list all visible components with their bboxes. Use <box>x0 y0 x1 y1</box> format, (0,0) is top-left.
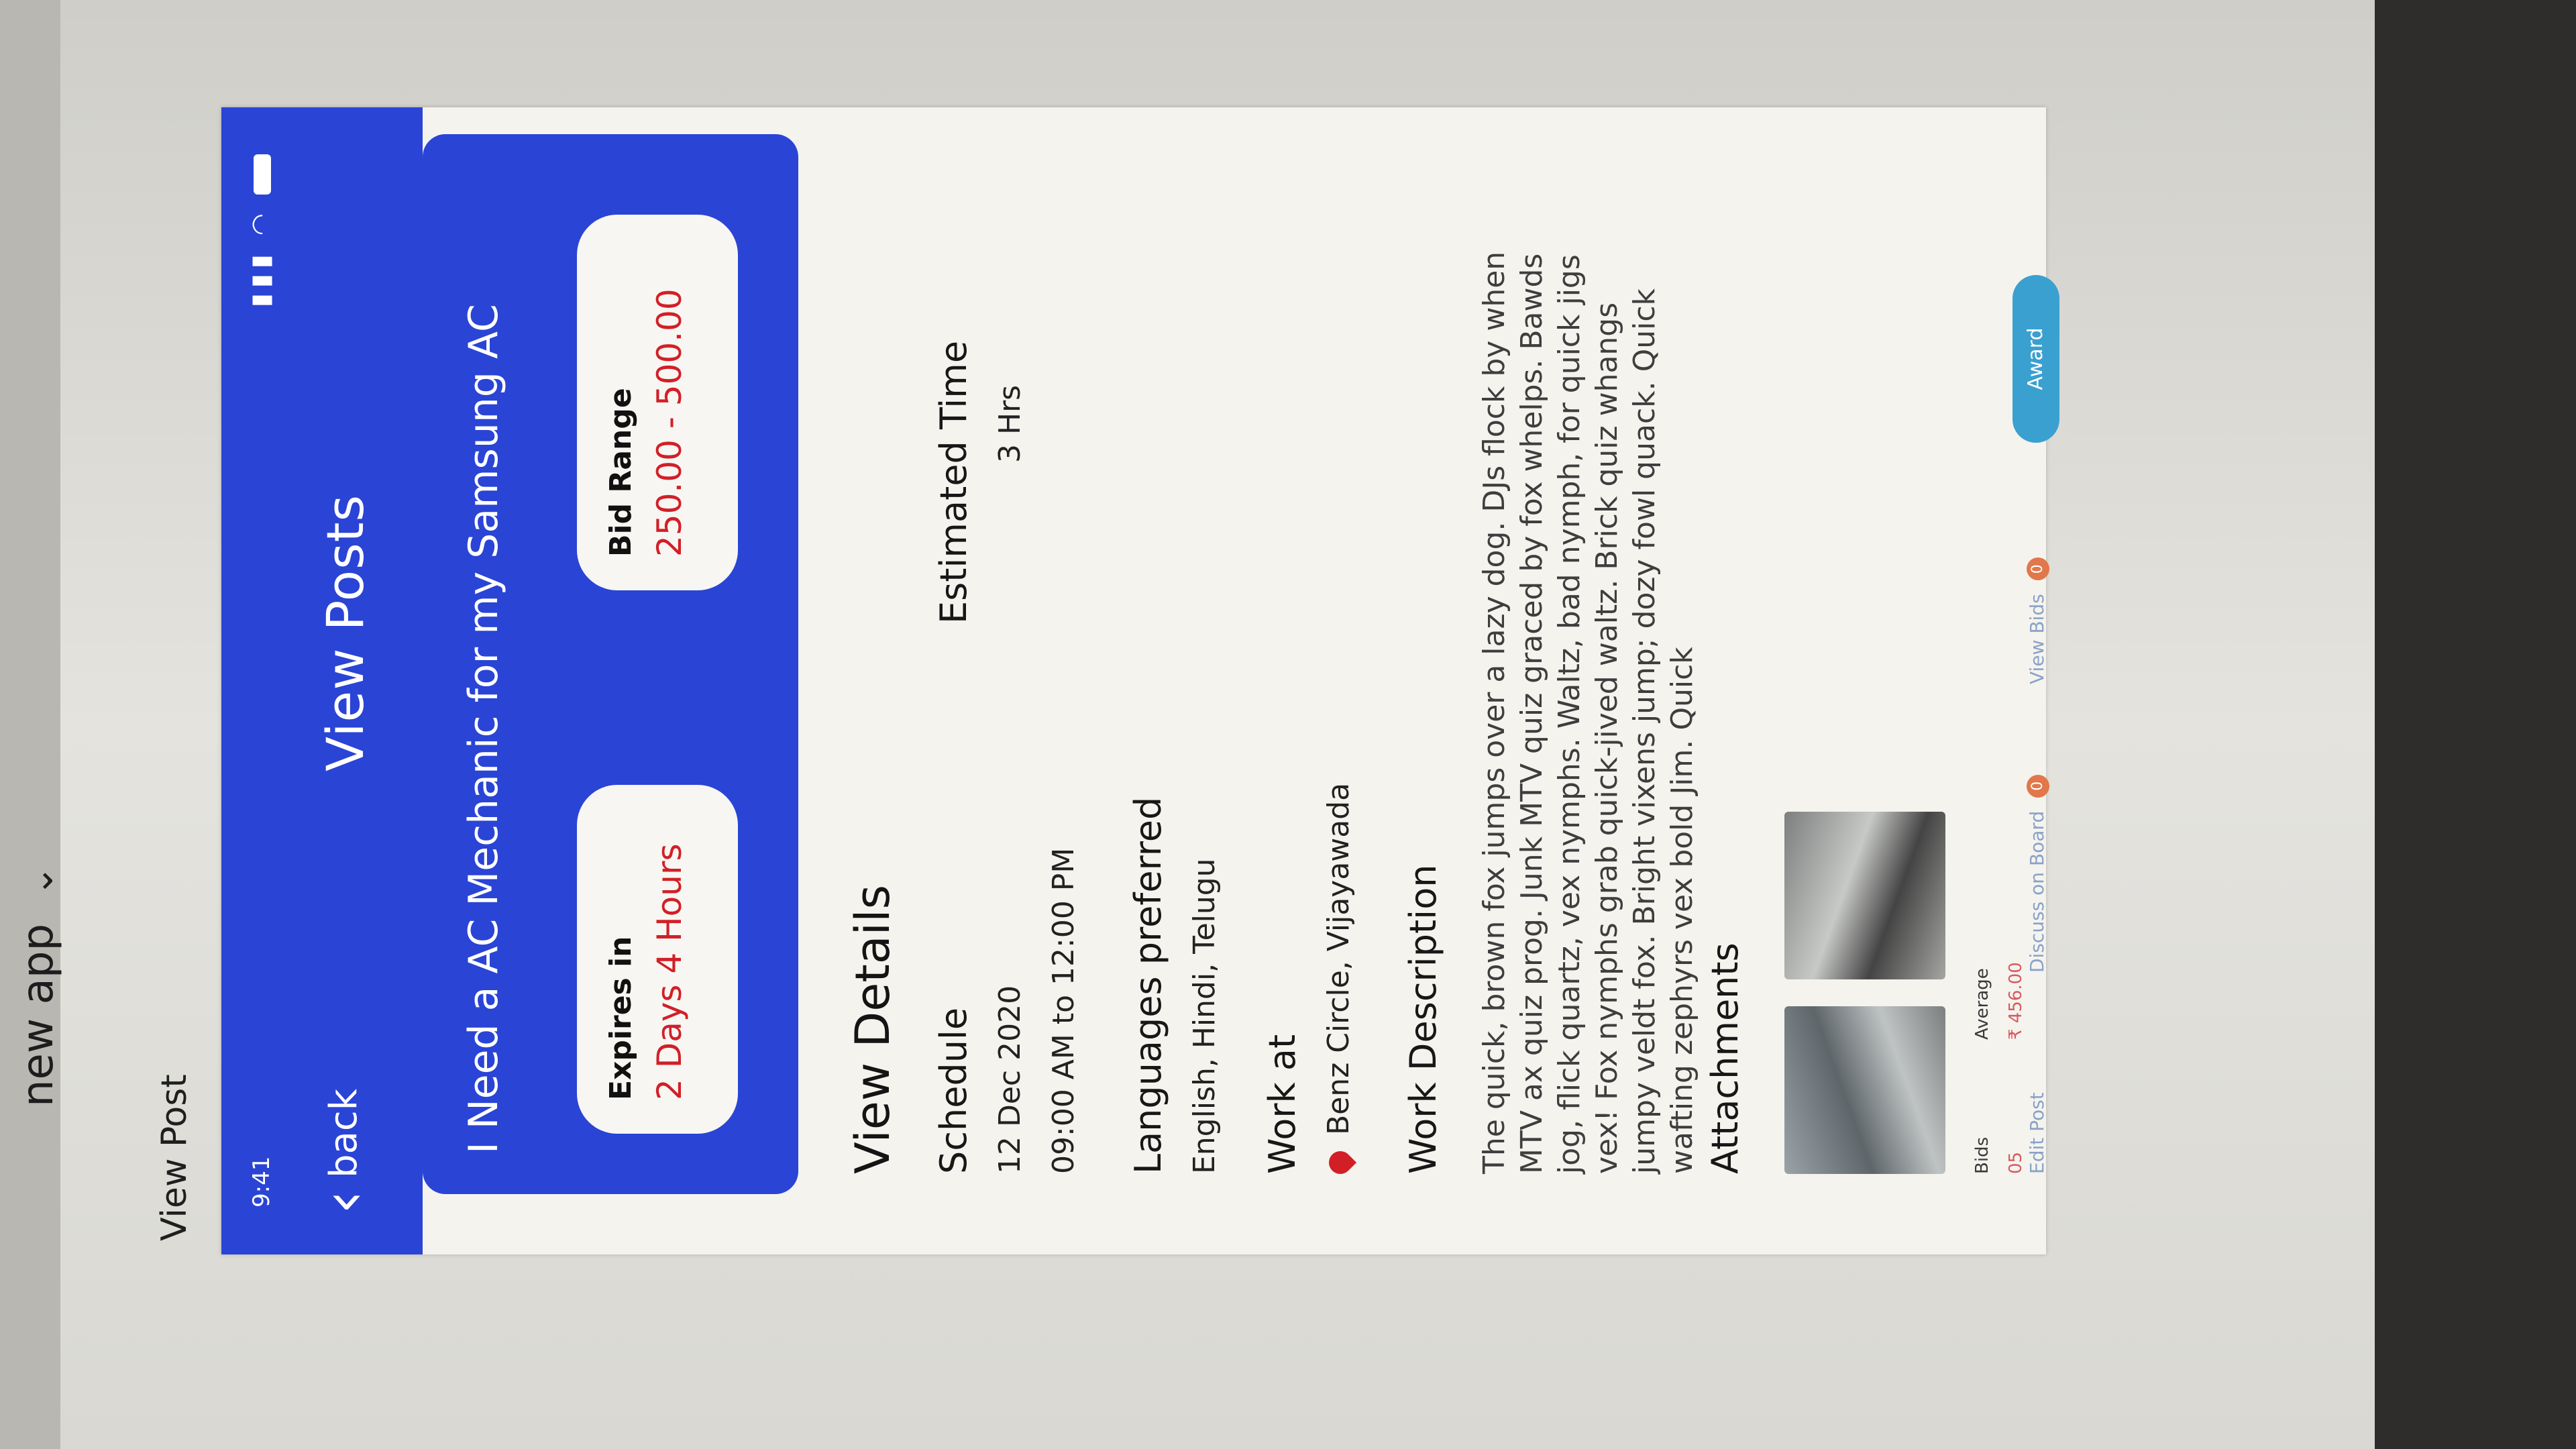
signal-icon: ▮▮▮ <box>246 249 275 308</box>
discuss-count-badge: 0 <box>2027 774 2049 798</box>
location-pin-icon <box>1324 1146 1357 1179</box>
languages-value: English, Hindi, Telugu <box>1187 858 1222 1174</box>
average-label: Average <box>1972 968 1992 1040</box>
estimated-time-value: 3 Hrs <box>993 384 1027 463</box>
expires-label: Expires in <box>604 936 638 1100</box>
bid-range-value: 250.00 - 500.00 <box>650 288 689 557</box>
monitor-edge <box>0 0 60 1449</box>
work-at-value: Benz Circle, Vijayawada <box>1322 782 1356 1135</box>
schedule-time: 09:00 AM to 12:00 PM <box>1046 847 1081 1174</box>
view-bids-label: View Bids <box>2026 594 2048 684</box>
app-name: new app <box>13 923 63 1107</box>
languages-label: Languages preferred <box>1127 796 1169 1174</box>
estimated-time-label: Estimated Time <box>932 340 975 624</box>
app-header: 9:41 ▮▮▮ ◠ ‹ back View Posts <box>221 107 423 1254</box>
average-value: ₹ 456.00 <box>2006 962 2026 1040</box>
chevron-down-icon: ⌄ <box>18 865 62 897</box>
bid-range-label: Bid Range <box>604 388 638 557</box>
back-button[interactable]: ‹ back <box>308 1088 379 1214</box>
expires-value: 2 Days 4 Hours <box>650 843 689 1100</box>
app-switcher[interactable]: new app ⌄ <box>13 865 63 1107</box>
rotated-screen: new app ⌄ View Post 9:41 ▮▮▮ ◠ ‹ back Vi… <box>0 0 2576 1449</box>
view-bids-button[interactable]: View Bids 0 <box>2026 557 2049 684</box>
work-at-row: Benz Circle, Vijayawada <box>1322 782 1357 1179</box>
discuss-on-board-label: Discuss on Board <box>2026 810 2048 973</box>
window-title: View Post <box>154 1074 195 1241</box>
monitor-bezel <box>2375 0 2576 1449</box>
job-card: I Need a AC Mechanic for my Samsung AC E… <box>423 134 798 1194</box>
edit-post-button[interactable]: Edit Post <box>2026 1092 2048 1174</box>
view-bids-count-badge: 0 <box>2027 557 2049 581</box>
work-description-label: Work Description <box>1402 864 1444 1174</box>
chevron-left-icon: ‹ <box>308 1190 379 1214</box>
award-button[interactable]: Award <box>2012 275 2059 443</box>
bids-label: Bids <box>1972 1136 1992 1174</box>
work-description-text: The quick, brown fox jumps over a lazy d… <box>1477 251 1699 1174</box>
attachment-thumbnail[interactable] <box>1784 812 1945 979</box>
view-details-heading: View Details <box>845 884 900 1174</box>
work-at-label: Work at <box>1261 1034 1303 1174</box>
phone-preview: 9:41 ▮▮▮ ◠ ‹ back View Posts I Need a AC… <box>221 107 2059 1254</box>
bids-value: 05 <box>2006 1151 2026 1174</box>
attachments-label: Attachments <box>1704 943 1746 1174</box>
schedule-label: Schedule <box>932 1007 975 1174</box>
back-label: back <box>322 1088 366 1178</box>
battery-icon <box>253 154 271 195</box>
bid-range-pill: Bid Range 250.00 - 500.00 <box>577 215 738 590</box>
status-icons: ▮▮▮ ◠ <box>246 154 275 307</box>
header-title: View Posts <box>315 494 375 771</box>
schedule-date: 12 Dec 2020 <box>993 985 1027 1174</box>
expires-pill: Expires in 2 Days 4 Hours <box>577 785 738 1134</box>
discuss-on-board-button[interactable]: Discuss on Board 0 <box>2026 774 2049 973</box>
status-time: 9:41 <box>248 1156 275 1208</box>
attachment-thumbnail[interactable] <box>1784 1006 1945 1174</box>
job-title: I Need a AC Mechanic for my Samsung AC <box>460 304 507 1154</box>
wifi-icon: ◠ <box>246 208 275 236</box>
